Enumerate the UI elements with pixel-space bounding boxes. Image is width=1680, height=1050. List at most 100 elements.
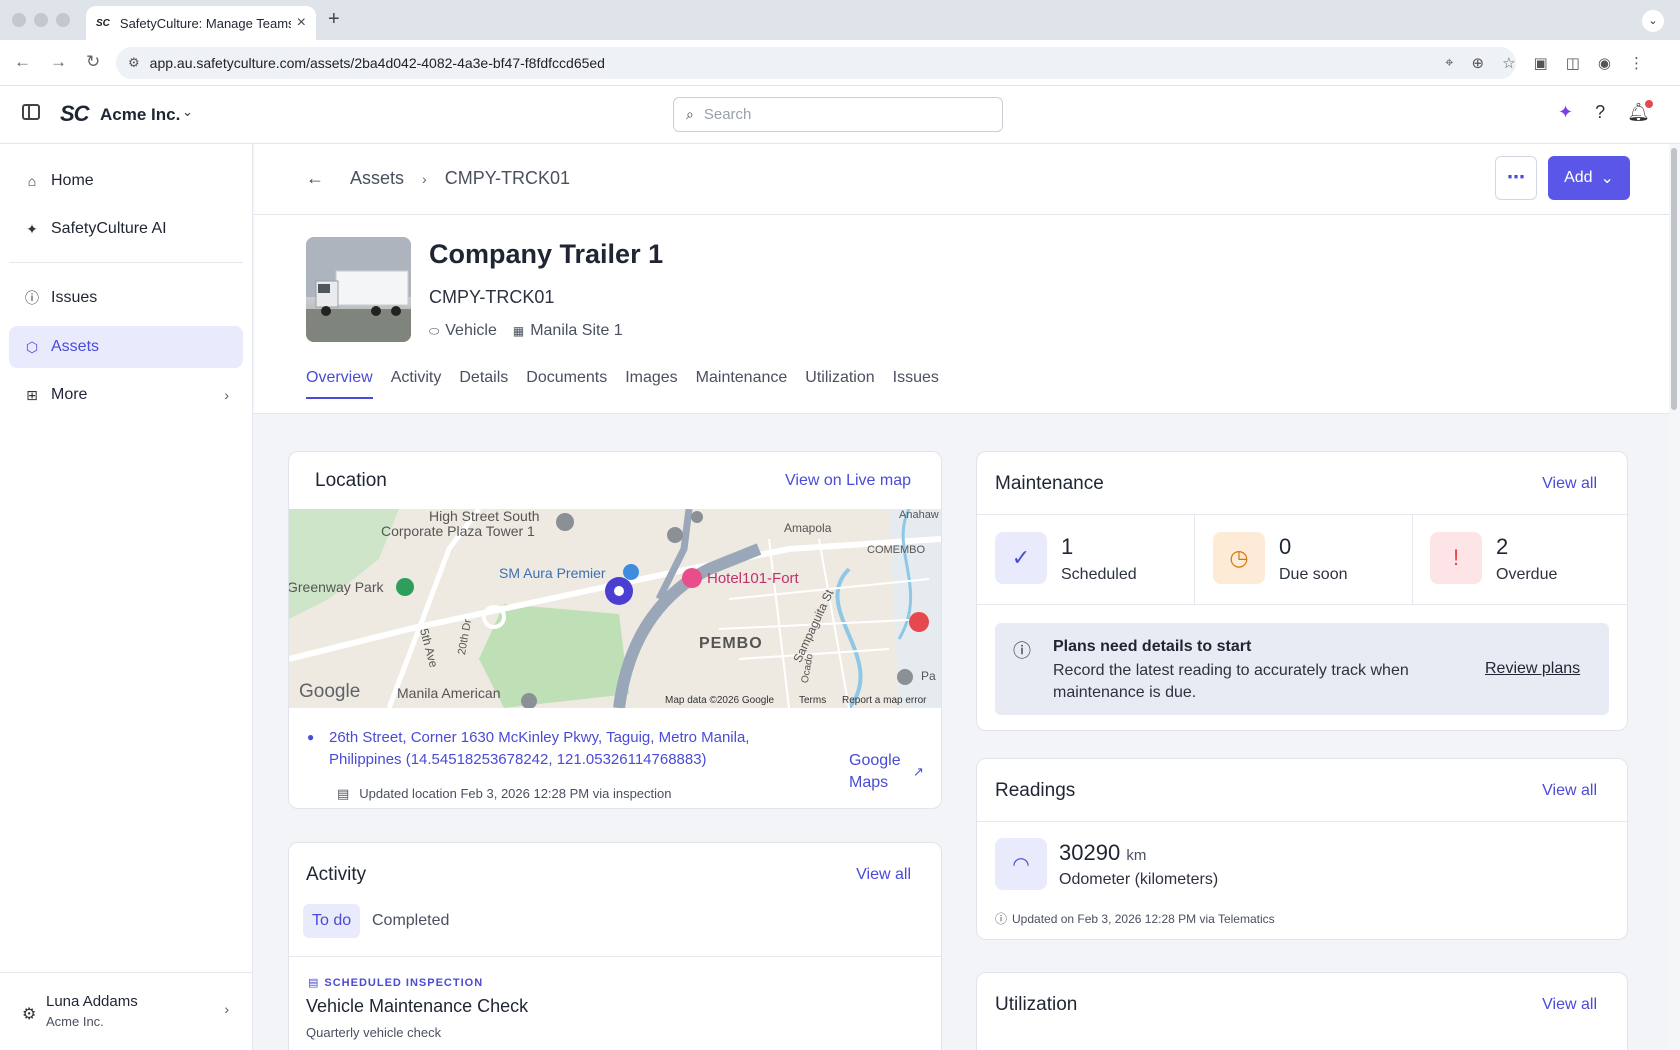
sidebar-item-label: Assets xyxy=(51,338,100,355)
forward-arrow-icon[interactable]: → xyxy=(50,52,67,72)
window-close-button[interactable] xyxy=(12,13,26,27)
extensions-icon[interactable]: ◫ xyxy=(1566,54,1580,72)
google-maps-label: Google Maps xyxy=(849,752,901,791)
review-plans-link[interactable]: Review plans xyxy=(1485,660,1580,678)
tag-icon: ⬭ xyxy=(429,324,440,338)
tab-to-do[interactable]: To do xyxy=(303,904,361,938)
activity-item-title[interactable]: Vehicle Maintenance Check xyxy=(306,996,528,1017)
stat-value: 0 xyxy=(1279,534,1292,559)
map-label: Greenway Park xyxy=(289,579,384,595)
asset-header: ← Assets › CMPY-TRCK01 ⋯ Add ⌄ Company T… xyxy=(254,144,1669,414)
more-options-button[interactable]: ⋯ xyxy=(1495,156,1537,200)
bookmark-star-icon[interactable]: ☆ xyxy=(1502,54,1515,72)
plans-notice: ⓘ Plans need details to start Record the… xyxy=(995,623,1609,715)
window-maximize-button[interactable] xyxy=(56,13,70,27)
gear-icon: ⚙ xyxy=(22,1006,37,1023)
add-button-label: Add xyxy=(1564,169,1593,186)
tab-search-icon[interactable]: ⌄ xyxy=(1642,10,1664,32)
tab-overview[interactable]: Overview xyxy=(306,369,373,399)
tab-utilization[interactable]: Utilization xyxy=(805,369,874,399)
back-arrow-icon[interactable]: ← xyxy=(14,52,31,72)
map-terms-link[interactable]: Terms xyxy=(799,695,826,706)
user-menu[interactable]: ⚙ Luna Addams Acme Inc. › xyxy=(0,972,253,1050)
back-arrow-icon[interactable]: ← xyxy=(306,168,324,189)
breadcrumb-assets[interactable]: Assets xyxy=(350,168,404,189)
view-live-map-link[interactable]: View on Live map xyxy=(785,472,911,490)
sidebar-item-home[interactable]: ⌂ Home xyxy=(9,160,243,202)
divider xyxy=(977,821,1627,822)
profile-icon[interactable]: ◉ xyxy=(1598,54,1611,72)
add-button[interactable]: Add ⌄ xyxy=(1548,156,1630,200)
tab-completed[interactable]: Completed xyxy=(372,912,449,930)
activity-view-all-link[interactable]: View all xyxy=(856,866,911,884)
reload-icon[interactable]: ↻ xyxy=(86,52,100,72)
address-link[interactable]: 26th Street, Corner 1630 McKinley Pkwy, … xyxy=(329,727,809,771)
asset-code: CMPY-TRCK01 xyxy=(429,287,555,307)
map-report-error-link[interactable]: Report a map error xyxy=(842,695,926,706)
tab-activity[interactable]: Activity xyxy=(391,369,442,399)
tab-details[interactable]: Details xyxy=(459,369,508,399)
stat-label: Scheduled xyxy=(1061,566,1137,583)
new-tab-icon[interactable]: + xyxy=(328,8,340,31)
browser-menu-icon[interactable]: ⋮ xyxy=(1629,54,1644,72)
notifications-bell-icon[interactable]: 🔔︎ xyxy=(1627,100,1653,123)
sidebar-item-assets[interactable]: ⬡ Assets xyxy=(9,326,243,368)
screenshot-icon[interactable]: ▣ xyxy=(1534,54,1548,72)
map[interactable]: High Street South Corporate Plaza Tower … xyxy=(289,509,941,708)
help-icon[interactable]: ? xyxy=(1595,102,1605,123)
search-input[interactable] xyxy=(703,106,964,123)
stat-label: Overdue xyxy=(1496,566,1558,583)
sidebar-item-label: Home xyxy=(51,172,94,189)
sidebar-item-issues[interactable]: ⓘ Issues xyxy=(9,277,243,319)
map-label: SM Aura Premier xyxy=(499,565,606,581)
maintenance-view-all-link[interactable]: View all xyxy=(1542,475,1597,493)
stat-overdue[interactable]: ! 2 Overdue xyxy=(1412,514,1627,604)
maintenance-title: Maintenance xyxy=(995,473,1104,494)
url-text: app.au.safetyculture.com/assets/2ba4d042… xyxy=(149,55,605,71)
asset-type-label: Vehicle xyxy=(445,322,497,339)
chevron-right-icon: › xyxy=(224,387,229,403)
tab-maintenance[interactable]: Maintenance xyxy=(696,369,788,399)
divider xyxy=(254,214,1669,215)
sidebar-item-more[interactable]: ⊞ More › xyxy=(9,374,243,416)
tab-documents[interactable]: Documents xyxy=(526,369,607,399)
asset-thumbnail[interactable] xyxy=(306,237,411,342)
google-maps-link[interactable]: Google Maps ↗ xyxy=(849,750,924,794)
utilization-view-all-link[interactable]: View all xyxy=(1542,996,1597,1014)
search-bar[interactable]: ⌕ xyxy=(673,97,1003,132)
zoom-icon[interactable]: ⊕ xyxy=(1472,54,1485,72)
chevron-right-icon: › xyxy=(422,170,427,187)
readings-view-all-link[interactable]: View all xyxy=(1542,782,1597,800)
chevron-down-icon[interactable]: ⌄ xyxy=(182,104,193,120)
issue-icon: ⓘ xyxy=(25,290,39,306)
chevron-right-icon: › xyxy=(224,1001,229,1017)
stat-scheduled[interactable]: ✓ 1 Scheduled xyxy=(977,514,1194,604)
map-label: Anahaw xyxy=(899,509,939,521)
scrollbar-thumb[interactable] xyxy=(1671,148,1677,410)
truck-image xyxy=(306,237,411,342)
tab-images[interactable]: Images xyxy=(625,369,677,399)
org-switcher[interactable]: Acme Inc. xyxy=(100,105,180,125)
asset-site[interactable]: ▦ Manila Site 1 xyxy=(513,322,623,340)
tab-issues[interactable]: Issues xyxy=(893,369,939,399)
site-settings-icon[interactable]: ⚙ xyxy=(128,55,140,71)
page-scrollbar[interactable] xyxy=(1669,144,1680,1050)
close-tab-icon[interactable]: × xyxy=(297,14,306,32)
browser-tab[interactable]: SC SafetyCulture: Manage Teams × xyxy=(86,6,316,40)
stat-due-soon[interactable]: ◷ 0 Due soon xyxy=(1195,514,1412,604)
window-minimize-button[interactable] xyxy=(34,13,48,27)
app-header: SC Acme Inc. ⌄ ⌕ ✦ ? 🔔︎ xyxy=(0,86,1680,144)
maintenance-card: Maintenance View all ✓ 1 Scheduled ◷ 0 D… xyxy=(976,451,1628,731)
main-content: ← Assets › CMPY-TRCK01 ⋯ Add ⌄ Company T… xyxy=(254,144,1669,1050)
ai-sparkle-icon[interactable]: ✦ xyxy=(1558,102,1573,123)
location-updated: ▤ Updated location Feb 3, 2026 12:28 PM v… xyxy=(337,786,672,802)
safetyculture-logo[interactable]: SC xyxy=(60,101,90,127)
location-icon[interactable]: ⌖ xyxy=(1445,54,1453,72)
activity-item-subtitle: Quarterly vehicle check xyxy=(306,1025,442,1040)
stat-value: 1 xyxy=(1061,534,1074,559)
url-field[interactable]: ⚙ app.au.safetyculture.com/assets/2ba4d0… xyxy=(116,47,1516,79)
sidebar-toggle-icon[interactable] xyxy=(22,104,40,120)
asset-type: ⬭ Vehicle xyxy=(429,322,497,340)
location-card: Location View on Live map High Street So… xyxy=(288,451,942,809)
sidebar-item-safetyculture-ai[interactable]: ✦ SafetyCulture AI xyxy=(9,208,243,250)
